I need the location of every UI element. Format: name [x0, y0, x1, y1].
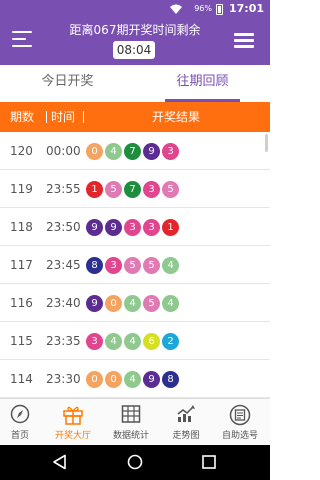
result-ball: 1: [162, 219, 179, 236]
results-list[interactable]: 120 00:00 0 4 7 9 3 119 23:55 1 5 7 3 5 118 23:50 9 9 3 3 1 1…: [0, 132, 270, 398]
issue-number: 119: [10, 182, 33, 196]
result-ball: 3: [143, 219, 160, 236]
countdown-timer: 08:04: [113, 41, 155, 59]
table-row: 117 23:45 8 3 5 5 4: [0, 246, 270, 284]
compass-icon: [10, 404, 30, 424]
nav-label: 开奖大厅: [54, 431, 91, 441]
result-ball: 0: [105, 295, 122, 312]
gift-icon: [63, 406, 83, 425]
draw-time: 23:40: [46, 296, 81, 310]
result-ball: 0: [105, 371, 122, 388]
nav-label: 首页: [10, 431, 29, 441]
result-ball: 9: [143, 371, 160, 388]
result-ball: 2: [162, 333, 179, 350]
draw-time: 23:35: [46, 334, 81, 348]
result-ball: 3: [124, 219, 141, 236]
table-row: 114 23:30 0 0 4 9 8: [0, 360, 270, 398]
result-ball: 9: [86, 295, 103, 312]
tab-label: 今日开奖: [41, 74, 94, 89]
nav-label: 自助选号: [221, 431, 258, 441]
tab-bar: 今日开奖 往期回顾: [0, 65, 270, 102]
result-ball: 0: [86, 371, 103, 388]
nav-home[interactable]: 首页: [2, 399, 38, 446]
result-ball: 8: [162, 371, 179, 388]
result-ball: 3: [86, 333, 103, 350]
table-header: 期数 时间 开奖结果: [0, 102, 270, 132]
result-ball: 4: [162, 257, 179, 274]
result-ball: 4: [105, 333, 122, 350]
issue-number: 117: [10, 258, 33, 272]
system-nav-bar: [0, 445, 270, 480]
draw-time: 23:55: [46, 182, 81, 196]
column-divider: [83, 111, 84, 123]
result-ball: 9: [143, 143, 160, 160]
recents-icon[interactable]: [201, 454, 217, 470]
table-row: 119 23:55 1 5 7 3 5: [0, 170, 270, 208]
grid-table-icon: [121, 405, 141, 423]
back-icon[interactable]: [52, 454, 68, 470]
home-icon[interactable]: [127, 454, 143, 470]
issue-number: 114: [10, 372, 33, 386]
issue-number: 120: [10, 144, 33, 158]
column-divider: [46, 111, 47, 123]
list-menu-icon[interactable]: [234, 33, 254, 49]
result-ball: 7: [124, 181, 141, 198]
result-ball: 4: [162, 295, 179, 312]
clock: 17:01: [228, 2, 264, 15]
draw-time: 00:00: [46, 144, 81, 158]
draw-time: 23:30: [46, 372, 81, 386]
result-ball: 9: [105, 219, 122, 236]
nav-label: 数据统计: [112, 431, 149, 441]
result-ball: 5: [143, 295, 160, 312]
countdown-title: 距离067期开奖时间剩余: [69, 23, 201, 37]
result-ball: 3: [105, 257, 122, 274]
table-row: 116 23:40 9 0 4 5 4: [0, 284, 270, 322]
battery-icon: [216, 4, 223, 15]
result-ball: 0: [86, 143, 103, 160]
battery-percent: 96%: [194, 4, 212, 13]
result-ball: 9: [86, 219, 103, 236]
result-ball: 5: [105, 181, 122, 198]
column-header-issue: 期数: [10, 110, 35, 124]
nav-draw-hall[interactable]: 开奖大厅: [55, 399, 91, 446]
tab-history[interactable]: 往期回顾: [135, 65, 270, 102]
status-bar: 96% 17:01: [0, 0, 270, 18]
result-ball: 4: [124, 333, 141, 350]
result-ball: 5: [143, 257, 160, 274]
wifi-icon: [170, 4, 182, 14]
result-ball: 4: [124, 371, 141, 388]
notebook-icon: [229, 404, 251, 426]
nav-trend[interactable]: 走势图: [168, 399, 204, 446]
nav-statistics[interactable]: 数据统计: [113, 399, 149, 446]
result-ball: 6: [143, 333, 160, 350]
trend-chart-icon: [177, 405, 195, 422]
issue-number: 115: [10, 334, 33, 348]
draw-time: 23:45: [46, 258, 81, 272]
result-ball: 3: [162, 143, 179, 160]
issue-number: 116: [10, 296, 33, 310]
result-ball: 4: [124, 295, 141, 312]
column-header-result: 开奖结果: [152, 110, 201, 124]
result-ball: 5: [162, 181, 179, 198]
tab-label: 往期回顾: [176, 74, 229, 89]
nav-label: 走势图: [172, 431, 200, 441]
table-row: 120 00:00 0 4 7 9 3: [0, 132, 270, 170]
app-header: 距离067期开奖时间剩余 08:04: [0, 18, 270, 65]
draw-time: 23:50: [46, 220, 81, 234]
result-ball: 4: [105, 143, 122, 160]
nav-self-select[interactable]: 自助选号: [222, 399, 258, 446]
result-ball: 8: [86, 257, 103, 274]
table-row: 118 23:50 9 9 3 3 1: [0, 208, 270, 246]
tab-today[interactable]: 今日开奖: [0, 65, 135, 102]
result-ball: 5: [124, 257, 141, 274]
bottom-nav: 首页 开奖大厅 数据统计 走势图 自助选号: [0, 398, 270, 445]
result-ball: 3: [143, 181, 160, 198]
column-header-time: 时间: [51, 110, 76, 124]
scrollbar[interactable]: [265, 134, 268, 152]
result-ball: 7: [124, 143, 141, 160]
table-row: 115 23:35 3 4 4 6 2: [0, 322, 270, 360]
issue-number: 118: [10, 220, 33, 234]
result-ball: 1: [86, 181, 103, 198]
